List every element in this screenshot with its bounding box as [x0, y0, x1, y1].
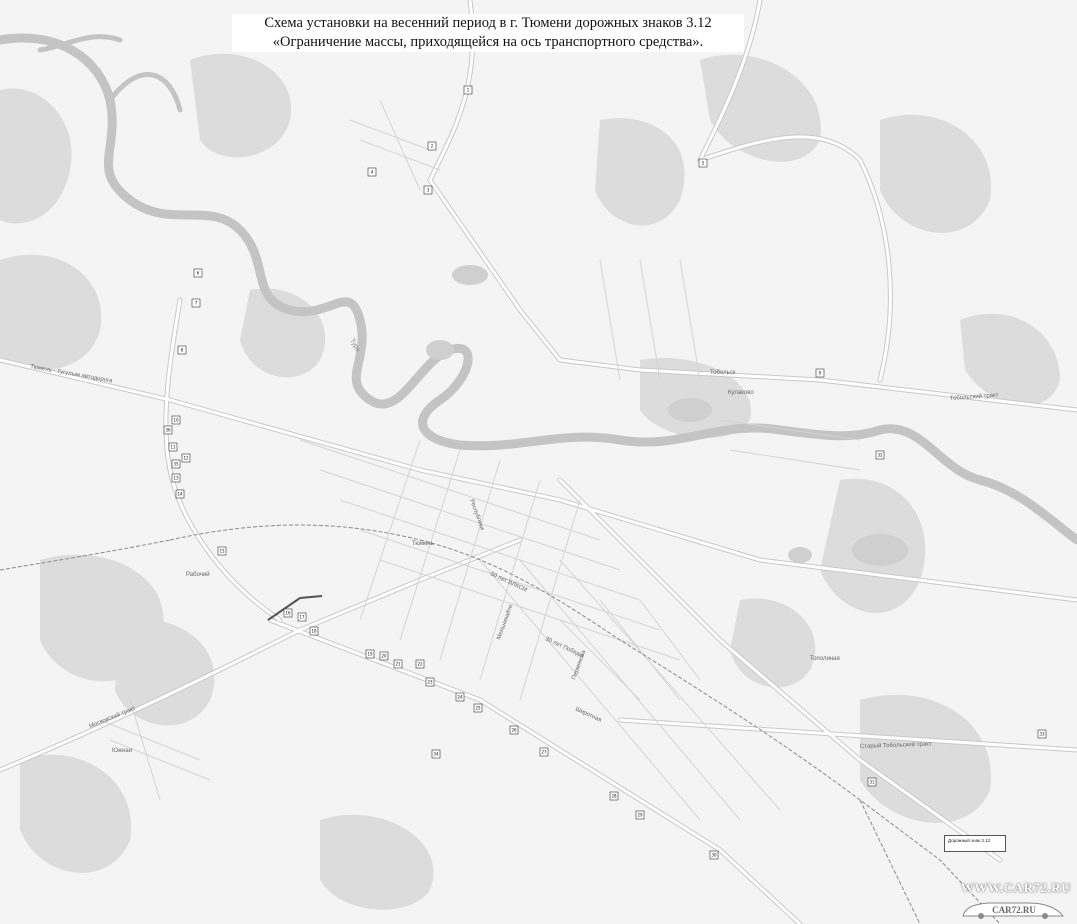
sign-marker: 24: [455, 692, 465, 702]
sign-marker-number: 4: [371, 170, 374, 175]
sign-marker: 35: [171, 459, 181, 469]
sign-marker: 17: [297, 612, 307, 622]
sign-marker: 11: [168, 442, 178, 452]
sign-marker: 9: [815, 368, 825, 378]
sign-marker-number: 12: [183, 456, 189, 461]
sign-marker-number: 6: [197, 271, 200, 276]
title-line-1: Схема установки на весенний период в г. …: [264, 15, 712, 31]
sign-marker-number: 9: [819, 371, 822, 376]
sign-marker-number: 16: [285, 611, 291, 616]
sign-marker: 28: [609, 791, 619, 801]
sign-marker-number: 8: [181, 348, 184, 353]
sign-marker: 2: [427, 141, 437, 151]
sign-marker: 8: [177, 345, 187, 355]
sign-marker: 6: [193, 268, 203, 278]
sign-marker-number: 3: [427, 188, 430, 193]
sign-marker-number: 33: [1039, 732, 1045, 737]
sign-marker-number: 24: [457, 695, 463, 700]
label-rabochiy: Рабочий: [186, 571, 210, 578]
sign-marker: 30: [709, 850, 719, 860]
sign-marker-number: 21: [395, 662, 401, 667]
sign-marker: 29: [635, 810, 645, 820]
sign-marker: 15: [217, 546, 227, 556]
logo-text: CAR72.RU: [992, 905, 1036, 915]
sign-marker-number: 34: [433, 752, 439, 757]
sign-marker-number: 22: [417, 662, 423, 667]
sign-marker-number: 14: [177, 492, 183, 497]
label-tobolsk: Тобольск: [710, 370, 736, 376]
sign-marker-number: 2: [431, 144, 434, 149]
sign-marker-number: 36: [165, 428, 171, 433]
sign-marker: 12: [181, 453, 191, 463]
sign-marker-number: 27: [541, 750, 547, 755]
sign-marker: 22: [415, 659, 425, 669]
legend-box: Дорожный знак 3.12: [944, 835, 1006, 852]
sign-marker-number: 29: [637, 813, 643, 818]
sign-marker-number: 5: [702, 161, 705, 166]
watermark-site: WWW.CAR72.RU: [960, 880, 1071, 895]
sign-marker: 36: [163, 425, 173, 435]
map-title: Схема установки на весенний период в г. …: [232, 14, 744, 52]
sign-marker: 21: [393, 659, 403, 669]
sign-marker: 33: [1037, 729, 1047, 739]
sign-marker-number: 30: [711, 853, 717, 858]
sign-marker-number: 35: [173, 462, 179, 467]
label-topolinaya: Тополиная: [810, 656, 840, 662]
sign-marker-number: 13: [173, 476, 179, 481]
logo-wheel-icon: [1042, 913, 1048, 919]
sign-marker-number: 19: [367, 652, 373, 657]
sign-marker: 34: [431, 749, 441, 759]
sign-marker: 3: [423, 185, 433, 195]
label-tyumen: Тюмень: [412, 541, 434, 547]
sign-marker-number: 17: [299, 615, 305, 620]
sign-marker: 31: [867, 777, 877, 787]
sign-marker-number: 18: [311, 629, 317, 634]
sign-marker: 27: [539, 747, 549, 757]
sign-marker: 23: [425, 677, 435, 687]
sign-marker: 1: [463, 85, 473, 95]
sign-marker-number: 15: [219, 549, 225, 554]
sign-marker: 26: [509, 725, 519, 735]
sign-marker: 25: [473, 703, 483, 713]
sign-marker: 19: [365, 649, 375, 659]
sign-marker: 16: [283, 608, 293, 618]
label-yuzhnaya: Южная: [112, 748, 132, 754]
sign-marker: 10: [171, 415, 181, 425]
city-map: Тура Тобольский тракт Московский тракт С…: [0, 0, 1077, 924]
car72-logo: CAR72.RU: [962, 902, 1065, 919]
sign-marker-number: 32: [877, 453, 883, 458]
sign-marker-number: 25: [475, 706, 481, 711]
sign-marker: 32: [875, 450, 885, 460]
sign-marker-number: 1: [467, 88, 470, 93]
sign-marker-number: 10: [173, 418, 179, 423]
sign-marker-number: 28: [611, 794, 617, 799]
sign-marker: 13: [171, 473, 181, 483]
sign-marker: 4: [367, 167, 377, 177]
sign-marker-number: 23: [427, 680, 433, 685]
sign-marker: 20: [379, 651, 389, 661]
logo-wheel-icon: [978, 913, 984, 919]
sign-marker: 18: [309, 626, 319, 636]
legend-text: Дорожный знак 3.12: [948, 838, 991, 843]
sign-marker-number: 26: [511, 728, 517, 733]
sign-marker-number: 7: [195, 301, 198, 306]
sign-marker: 7: [191, 298, 201, 308]
sign-marker-number: 11: [170, 445, 176, 450]
sign-marker: 14: [175, 489, 185, 499]
sign-marker: 5: [698, 158, 708, 168]
label-kulakovo: Кулаково: [728, 390, 754, 396]
sign-marker-number: 31: [869, 780, 875, 785]
sign-marker-number: 20: [381, 654, 387, 659]
title-line-2: «Ограничение массы, приходящейся на ось …: [272, 34, 704, 50]
